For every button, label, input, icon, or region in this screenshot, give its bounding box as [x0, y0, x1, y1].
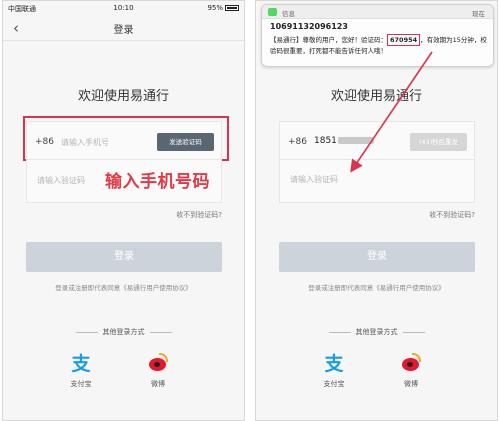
phone-input[interactable]: 1851: [314, 136, 374, 146]
weibo-icon: [400, 353, 422, 375]
other-login-title: 其他登录方式: [3, 327, 244, 337]
welcome-heading: 欢迎使用易通行: [77, 89, 169, 104]
other-login-label: 其他登录方式: [102, 328, 145, 336]
login-button[interactable]: 登录: [26, 242, 222, 272]
sms-notification[interactable]: 信息 现在 10691132096123 【易通行】尊敬的用户，您好！验证码： 6…: [261, 4, 494, 67]
login-button[interactable]: 登录: [279, 242, 475, 272]
status-bar: 中国联通 10:10 95%: [3, 1, 244, 15]
phone-blur: [337, 137, 374, 144]
verification-code: 670954: [387, 34, 421, 46]
notification-sender: 10691132096123: [270, 22, 348, 31]
phone-value: 1851: [314, 136, 337, 146]
other-login-title: 其他登录方式: [256, 327, 497, 337]
weibo-label: 微博: [404, 380, 418, 388]
weibo-icon: [147, 353, 169, 375]
code-input[interactable]: 请输入验证码: [290, 174, 338, 185]
alipay-label: 支付宝: [70, 380, 92, 388]
alipay-label: 支付宝: [323, 380, 345, 388]
welcome-heading: 欢迎使用易通行: [330, 89, 422, 104]
alipay-login[interactable]: 支 支付宝: [314, 353, 354, 389]
battery-indicator: 95%: [207, 4, 239, 12]
right-phone-screen: 信息 现在 10691132096123 【易通行】尊敬的用户，您好！验证码： 6…: [255, 0, 498, 421]
notification-body-prefix: 【易通行】尊敬的用户，您好！验证码：: [270, 36, 387, 44]
battery-percent: 95%: [207, 4, 223, 12]
alipay-login[interactable]: 支 支付宝: [61, 353, 101, 389]
weibo-login[interactable]: 微博: [391, 353, 431, 389]
country-code[interactable]: +86: [288, 137, 307, 147]
other-login-label: 其他登录方式: [355, 328, 398, 336]
nav-bar: ‹ 登录: [3, 15, 244, 41]
notification-app: 信息: [282, 10, 295, 18]
notification-time: 现在: [472, 10, 485, 18]
resend-countdown-button: (43)秒后重发: [410, 133, 467, 151]
no-code-link[interactable]: 收不到验证码?: [176, 210, 222, 220]
alipay-icon: 支: [71, 353, 91, 375]
left-phone-screen: 中国联通 10:10 95% ‹ 登录 欢迎使用易通行 +86 请输入手机号 发…: [2, 0, 245, 421]
alipay-icon: 支: [324, 353, 344, 375]
no-code-link[interactable]: 收不到验证码?: [429, 210, 475, 220]
code-field[interactable]: 请输入验证码: [279, 159, 475, 203]
code-input[interactable]: 请输入验证码: [37, 175, 85, 186]
page-title: 登录: [113, 25, 134, 36]
weibo-login[interactable]: 微博: [138, 353, 178, 389]
phone-highlight-box: [23, 116, 229, 161]
agreement-text[interactable]: 登录或注册即代表同意《易通行用户使用协议》: [256, 282, 497, 292]
weibo-label: 微博: [151, 380, 165, 388]
battery-icon: [225, 5, 239, 11]
annotation-text: 输入手机号码: [105, 172, 210, 192]
agreement-text[interactable]: 登录或注册即代表同意《易通行用户使用协议》: [3, 282, 244, 292]
message-icon: [268, 8, 277, 16]
notification-header: 信息 现在: [262, 5, 493, 19]
notification-body: 【易通行】尊敬的用户，您好！验证码： 670954 ，有效期为15分钟，校验码很重要…: [270, 34, 490, 56]
